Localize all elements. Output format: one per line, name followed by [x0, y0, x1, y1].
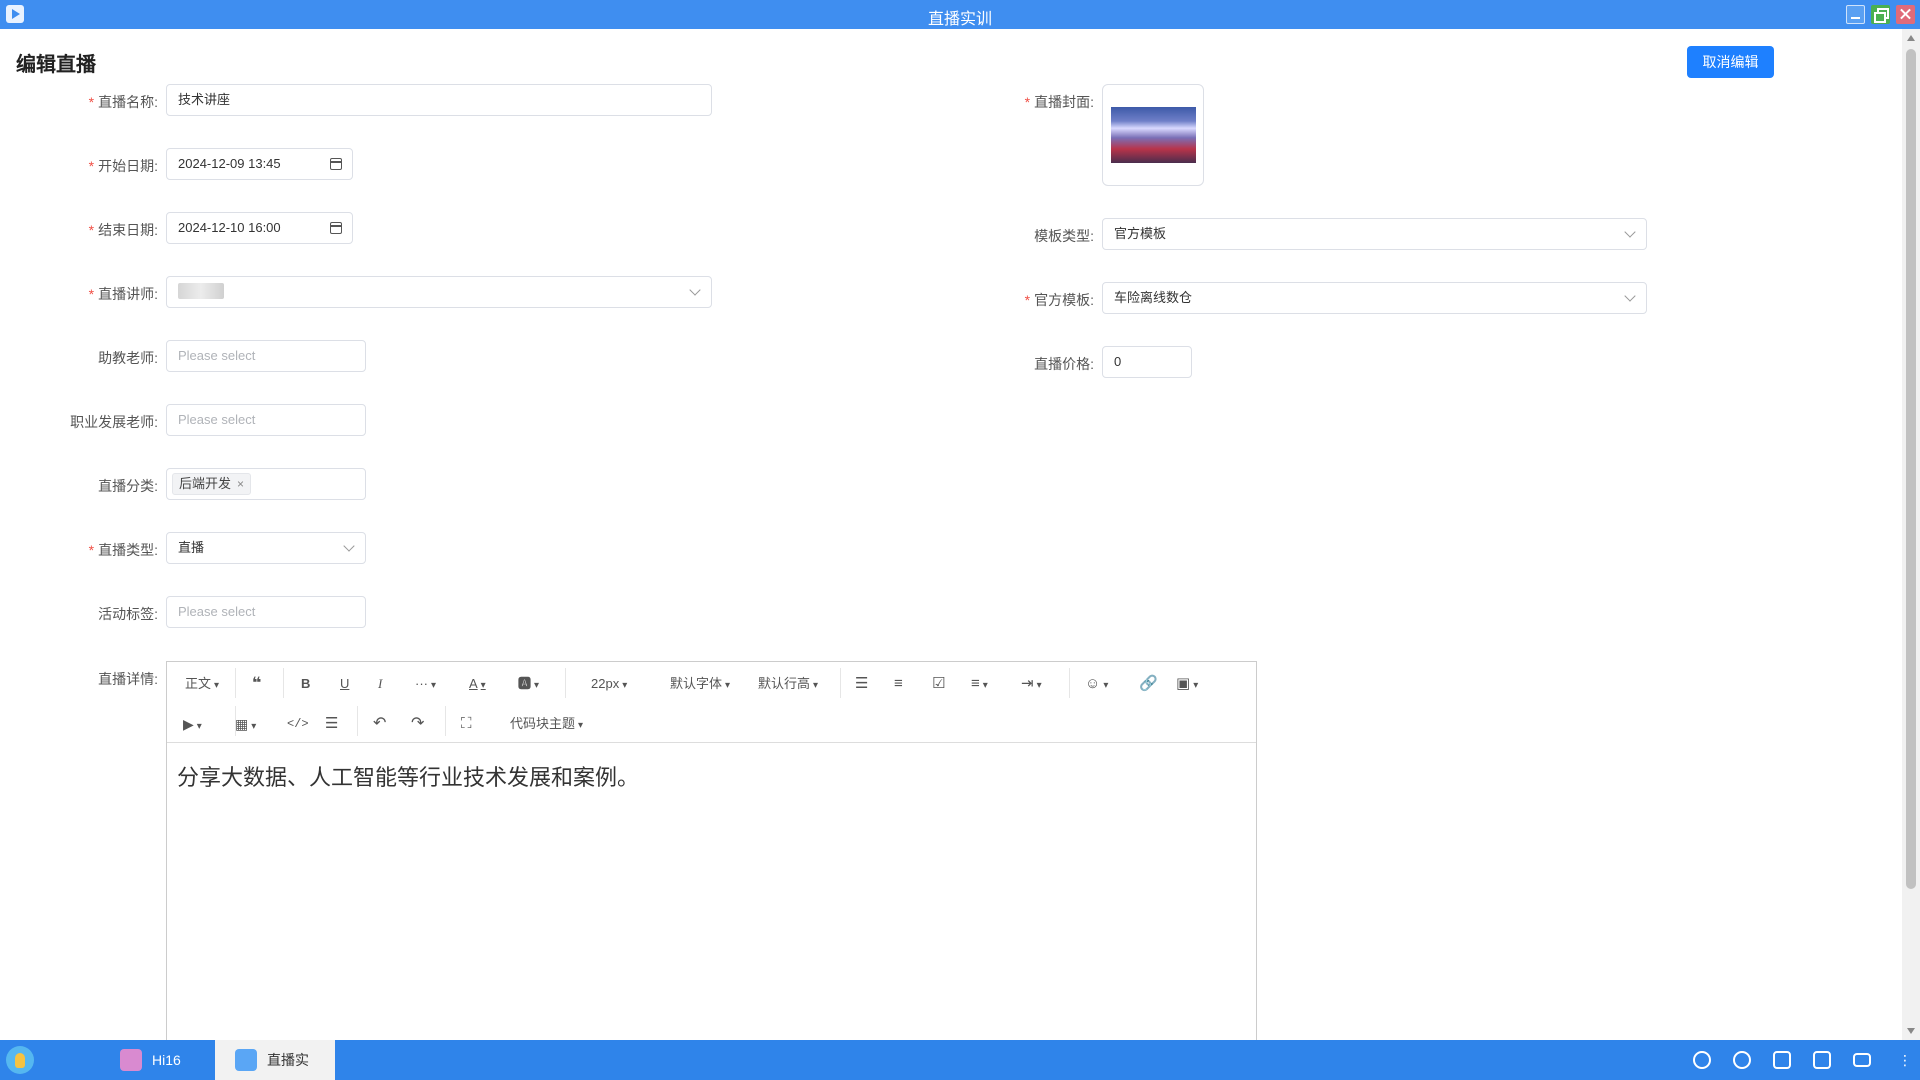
- chat-icon[interactable]: [1813, 1051, 1831, 1069]
- live-app-icon: [235, 1049, 257, 1071]
- cover-upload[interactable]: [1102, 84, 1204, 186]
- price-label: 直播价格:: [1034, 356, 1094, 372]
- blockquote-icon[interactable]: ❝: [252, 674, 261, 694]
- italic-icon[interactable]: I: [378, 674, 382, 694]
- activity-tags-label: 活动标签:: [98, 606, 158, 622]
- taskbar: Hi16 直播实 ⋮: [0, 1040, 1920, 1080]
- code-theme-dropdown[interactable]: 代码块主题: [510, 714, 583, 734]
- assistant-placeholder: Please select: [178, 348, 256, 363]
- details-label: 直播详情:: [98, 671, 158, 687]
- close-button[interactable]: [1896, 5, 1915, 24]
- emoji-icon[interactable]: ☺: [1085, 674, 1108, 694]
- chevron-down-icon: [1624, 226, 1636, 238]
- font-family-dropdown[interactable]: 默认字体: [670, 674, 730, 694]
- official-template-label: * 官方模板:: [1024, 292, 1094, 308]
- notes-icon[interactable]: [1773, 1051, 1791, 1069]
- table-icon[interactable]: ▦: [235, 714, 256, 734]
- type-label: * 直播类型:: [88, 542, 158, 558]
- bulleted-list-icon[interactable]: ☰: [855, 674, 868, 694]
- scroll-up-arrow[interactable]: [1907, 35, 1915, 41]
- wechat-icon[interactable]: [1733, 1051, 1751, 1069]
- fullscreen-icon[interactable]: ⛶: [461, 714, 472, 734]
- calendar-icon: [330, 222, 342, 234]
- start-date-label: * 开始日期:: [88, 158, 158, 174]
- lecturer-select[interactable]: [166, 276, 712, 308]
- assistant-label: 助教老师:: [98, 350, 158, 366]
- chevron-down-icon: [689, 284, 701, 296]
- start-penguin-icon[interactable]: [6, 1046, 34, 1074]
- price-input[interactable]: 0: [1102, 346, 1192, 378]
- paragraph-dropdown[interactable]: 正文: [185, 674, 219, 694]
- cover-label: * 直播封面:: [1024, 94, 1094, 110]
- start-date-picker[interactable]: 2024-12-09 13:45: [166, 148, 353, 180]
- hi16-app-icon: [120, 1049, 142, 1071]
- calendar-icon: [330, 158, 342, 170]
- code-icon[interactable]: </>: [287, 714, 309, 734]
- todo-checkbox-icon[interactable]: ☑: [932, 674, 945, 694]
- numbered-list-icon[interactable]: ≡: [894, 674, 903, 694]
- career-teacher-select[interactable]: Please select: [166, 404, 366, 436]
- name-input[interactable]: 技术讲座: [166, 84, 712, 116]
- end-date-label: * 结束日期:: [88, 222, 158, 238]
- tag-close-icon[interactable]: ×: [237, 477, 244, 491]
- more-icon[interactable]: ⋮: [1898, 1051, 1912, 1069]
- video-icon[interactable]: ▶: [183, 714, 202, 734]
- font-size-dropdown[interactable]: 22px: [591, 674, 627, 694]
- scroll-down-arrow[interactable]: [1907, 1028, 1915, 1034]
- category-label: 直播分类:: [98, 478, 158, 494]
- underline-icon[interactable]: U: [340, 674, 349, 694]
- official-template-select[interactable]: 车险离线数仓: [1102, 282, 1647, 314]
- assistant-select[interactable]: Please select: [166, 340, 366, 372]
- end-date-value: 2024-12-10 16:00: [178, 220, 281, 235]
- chevron-down-icon: [1624, 290, 1636, 302]
- airplay-icon[interactable]: [1693, 1051, 1711, 1069]
- name-label: * 直播名称:: [88, 94, 158, 110]
- taskbar-item-live[interactable]: 直播实: [215, 1040, 335, 1080]
- minimize-button[interactable]: [1846, 5, 1865, 24]
- bold-icon[interactable]: B: [301, 674, 310, 694]
- display-icon[interactable]: [1853, 1053, 1871, 1067]
- editor-content[interactable]: 分享大数据、人工智能等行业技术发展和案例。: [177, 760, 639, 792]
- template-type-label: 模板类型:: [1034, 228, 1094, 244]
- category-tag: 后端开发 ×: [172, 473, 252, 495]
- template-type-value: 官方模板: [1114, 226, 1167, 241]
- career-teacher-placeholder: Please select: [178, 412, 256, 427]
- window-titlebar: 直播实训: [0, 0, 1920, 29]
- type-select[interactable]: 直播: [166, 532, 366, 564]
- align-icon[interactable]: ≡: [971, 674, 988, 694]
- category-select[interactable]: 后端开发 ×: [166, 468, 366, 500]
- undo-icon[interactable]: ↶: [373, 714, 386, 734]
- link-icon[interactable]: 🔗: [1139, 674, 1158, 694]
- type-value: 直播: [178, 540, 205, 555]
- indent-icon[interactable]: ⇥: [1021, 674, 1042, 694]
- taskbar-item-hi16[interactable]: Hi16: [100, 1040, 220, 1080]
- editor-toolbar: 正文 ❝ B U I ··· A 🅰 22px 默认字体 默认行高 ☰ ≡ ☑ …: [167, 662, 1256, 743]
- cancel-edit-button[interactable]: 取消编辑: [1687, 46, 1774, 78]
- lecturer-label: * 直播讲师:: [88, 286, 158, 302]
- official-template-value: 车险离线数仓: [1114, 290, 1193, 305]
- redacted-lecturer-name: [178, 283, 224, 299]
- template-type-select[interactable]: 官方模板: [1102, 218, 1647, 250]
- cover-thumbnail: [1111, 107, 1196, 163]
- window-title: 直播实训: [927, 11, 992, 28]
- background-color-icon[interactable]: 🅰: [518, 674, 539, 694]
- vertical-scrollbar[interactable]: [1902, 29, 1920, 1040]
- rich-text-editor[interactable]: 正文 ❝ B U I ··· A 🅰 22px 默认字体 默认行高 ☰ ≡ ☑ …: [166, 661, 1257, 1041]
- image-icon[interactable]: ▣: [1176, 674, 1198, 694]
- line-height-dropdown[interactable]: 默认行高: [758, 674, 818, 694]
- font-color-icon[interactable]: A: [469, 674, 486, 694]
- page-title: 编辑直播: [16, 54, 96, 76]
- scroll-thumb[interactable]: [1906, 49, 1916, 889]
- end-date-picker[interactable]: 2024-12-10 16:00: [166, 212, 353, 244]
- activity-tags-placeholder: Please select: [178, 604, 256, 619]
- restore-button[interactable]: [1871, 5, 1890, 24]
- activity-tags-select[interactable]: Please select: [166, 596, 366, 628]
- redo-icon[interactable]: ↷: [411, 714, 424, 734]
- divider-icon[interactable]: ☰: [325, 714, 338, 734]
- career-teacher-label: 职业发展老师:: [70, 414, 158, 430]
- more-styles-dropdown[interactable]: ···: [415, 674, 436, 694]
- chevron-down-icon: [343, 540, 355, 552]
- start-date-value: 2024-12-09 13:45: [178, 156, 281, 171]
